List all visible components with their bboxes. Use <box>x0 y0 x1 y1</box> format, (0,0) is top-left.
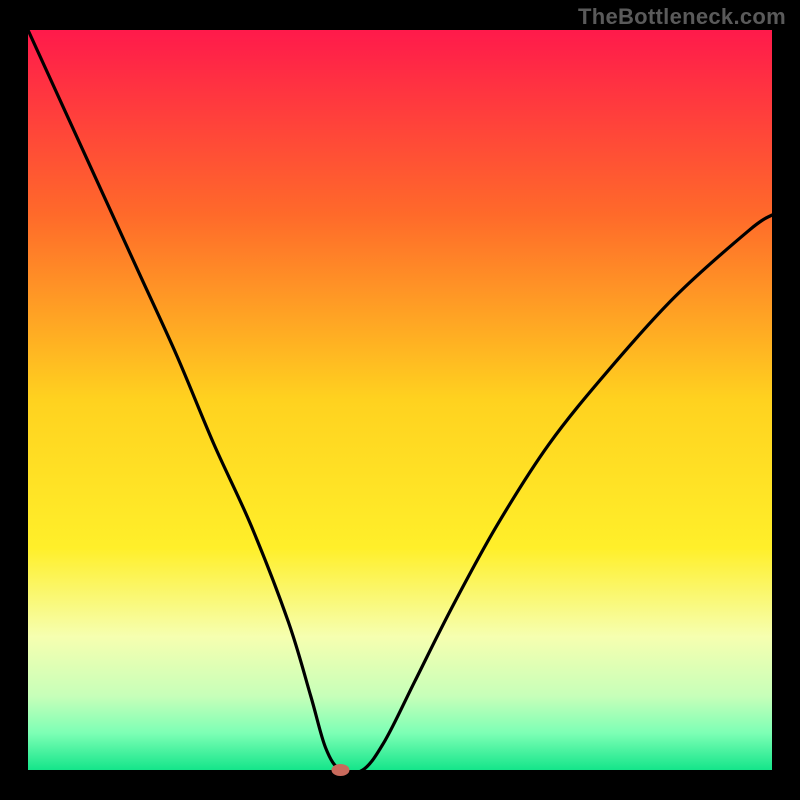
bottleneck-chart <box>0 0 800 800</box>
optimal-marker <box>331 764 349 776</box>
plot-background <box>28 30 772 770</box>
chart-frame: TheBottleneck.com <box>0 0 800 800</box>
